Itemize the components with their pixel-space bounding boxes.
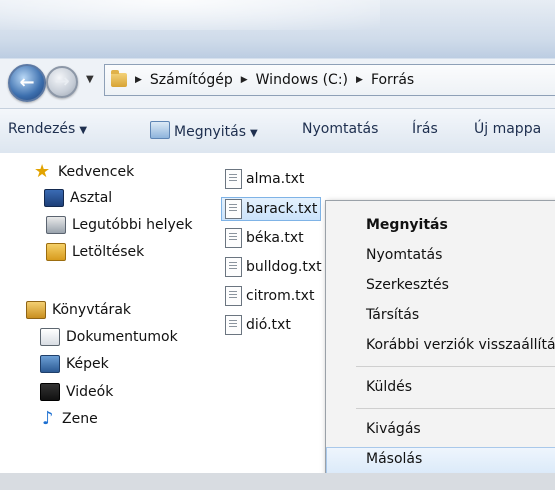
chevron-down-icon: ▼	[79, 125, 88, 136]
menu-item-edit[interactable]: Szerkesztés	[366, 277, 449, 293]
file-label: citrom.txt	[246, 288, 315, 304]
file-label: alma.txt	[246, 171, 305, 187]
text-file-icon	[225, 315, 242, 335]
open-icon	[150, 121, 170, 139]
chevron-right-icon[interactable]: ▶	[356, 75, 363, 85]
file-item[interactable]: bulldog.txt	[225, 257, 322, 277]
text-file-icon	[225, 228, 242, 248]
text-file-icon	[225, 286, 242, 306]
file-label: bulldog.txt	[246, 259, 322, 275]
libraries-icon	[26, 301, 46, 319]
command-bar: Rendezés ▼ Megnyitás ▼ Nyomtatás Írás Új m…	[0, 108, 555, 154]
forward-arrow-icon: →	[54, 71, 70, 92]
new-folder-button[interactable]: Új mappa	[474, 121, 541, 137]
menu-item-print[interactable]: Nyomtatás	[366, 247, 442, 263]
burn-button[interactable]: Írás	[412, 121, 438, 137]
open-label: Megnyitás	[174, 124, 246, 140]
menu-divider	[356, 408, 555, 409]
sidebar-item-label: Letöltések	[72, 244, 145, 260]
sidebar-item-music[interactable]: ♪ Zene	[42, 408, 98, 429]
breadcrumb-drive[interactable]: Windows (C:)	[256, 72, 348, 88]
sidebar-item-label: Zene	[62, 411, 98, 427]
menu-item-restore-previous-versions[interactable]: Korábbi verziók visszaállítása	[366, 337, 555, 353]
menu-divider	[356, 366, 555, 367]
file-item[interactable]: béka.txt	[225, 228, 304, 248]
organize-button[interactable]: Rendezés ▼	[8, 121, 87, 137]
sidebar-item-pictures[interactable]: Képek	[40, 355, 109, 373]
menu-item-cut[interactable]: Kivágás	[366, 421, 421, 437]
sidebar-libraries[interactable]: Könyvtárak	[26, 301, 131, 319]
window-glare	[0, 0, 380, 30]
file-item[interactable]: dió.txt	[225, 315, 291, 335]
sidebar-item-desktop[interactable]: Asztal	[44, 189, 112, 207]
sidebar-item-label: Asztal	[70, 190, 113, 206]
sidebar-favorites[interactable]: ★ Kedvencek	[34, 163, 134, 181]
text-file-icon	[225, 257, 242, 277]
sidebar-item-label: Videók	[66, 384, 114, 400]
address-bar[interactable]: ▶ Számítógép ▶ Windows (C:) ▶ Forrás	[104, 64, 555, 96]
context-menu: Megnyitás Nyomtatás Szerkesztés Társítás…	[325, 200, 555, 477]
sidebar-item-downloads[interactable]: Letöltések	[46, 243, 144, 261]
breadcrumb-folder[interactable]: Forrás	[371, 72, 414, 88]
chevron-right-icon[interactable]: ▶	[135, 75, 142, 85]
chevron-right-icon[interactable]: ▶	[241, 75, 248, 85]
menu-item-open[interactable]: Megnyitás	[366, 217, 448, 233]
print-button[interactable]: Nyomtatás	[302, 121, 378, 137]
window-bottom-edge	[0, 473, 555, 490]
file-item-selected[interactable]: barack.txt	[221, 197, 322, 221]
desktop-icon	[44, 189, 64, 207]
back-arrow-icon: ←	[19, 72, 35, 93]
sidebar-item-videos[interactable]: Videók	[40, 383, 113, 401]
chevron-down-icon: ▼	[250, 128, 258, 139]
menu-item-open-with[interactable]: Társítás	[366, 307, 419, 323]
file-label: béka.txt	[246, 230, 304, 246]
sidebar-item-recent-places[interactable]: Legutóbbi helyek	[46, 216, 192, 234]
explorer-window: ← → ▼ ▶ Számítógép ▶ Windows (C:) ▶ Forr…	[0, 0, 555, 490]
forward-button[interactable]: →	[46, 66, 78, 98]
music-icon: ♪	[42, 408, 54, 429]
navigation-pane: ★ Kedvencek Asztal Legutóbbi helyek Letö…	[0, 153, 210, 473]
videos-icon	[40, 383, 60, 401]
organize-label: Rendezés	[8, 121, 76, 137]
back-button[interactable]: ←	[8, 64, 46, 102]
recent-places-icon	[46, 216, 66, 234]
star-icon: ★	[34, 161, 51, 182]
file-item[interactable]: citrom.txt	[225, 286, 314, 306]
text-file-icon	[225, 199, 242, 219]
documents-icon	[40, 328, 60, 346]
sidebar-favorites-label: Kedvencek	[58, 164, 135, 180]
file-label: dió.txt	[246, 317, 291, 333]
sidebar-item-label: Dokumentumok	[66, 329, 178, 345]
sidebar-item-label: Legutóbbi helyek	[72, 217, 193, 233]
menu-item-send-to[interactable]: Küldés	[366, 379, 412, 395]
pictures-icon	[40, 355, 60, 373]
recent-pages-dropdown-icon[interactable]: ▼	[86, 74, 94, 85]
breadcrumb-computer[interactable]: Számítógép	[150, 72, 233, 88]
navigation-bar: ← → ▼ ▶ Számítógép ▶ Windows (C:) ▶ Forr…	[8, 60, 555, 104]
text-file-icon	[225, 169, 242, 189]
menu-hover-highlight	[326, 447, 555, 475]
downloads-icon	[46, 243, 66, 261]
folder-icon	[111, 70, 127, 87]
file-item[interactable]: alma.txt	[225, 169, 304, 189]
sidebar-libraries-label: Könyvtárak	[52, 302, 132, 318]
file-label: barack.txt	[246, 201, 318, 217]
open-button[interactable]: Megnyitás ▼	[150, 121, 258, 140]
sidebar-item-label: Képek	[66, 356, 109, 372]
menu-item-copy[interactable]: Másolás	[366, 451, 422, 467]
sidebar-item-documents[interactable]: Dokumentumok	[40, 328, 178, 346]
